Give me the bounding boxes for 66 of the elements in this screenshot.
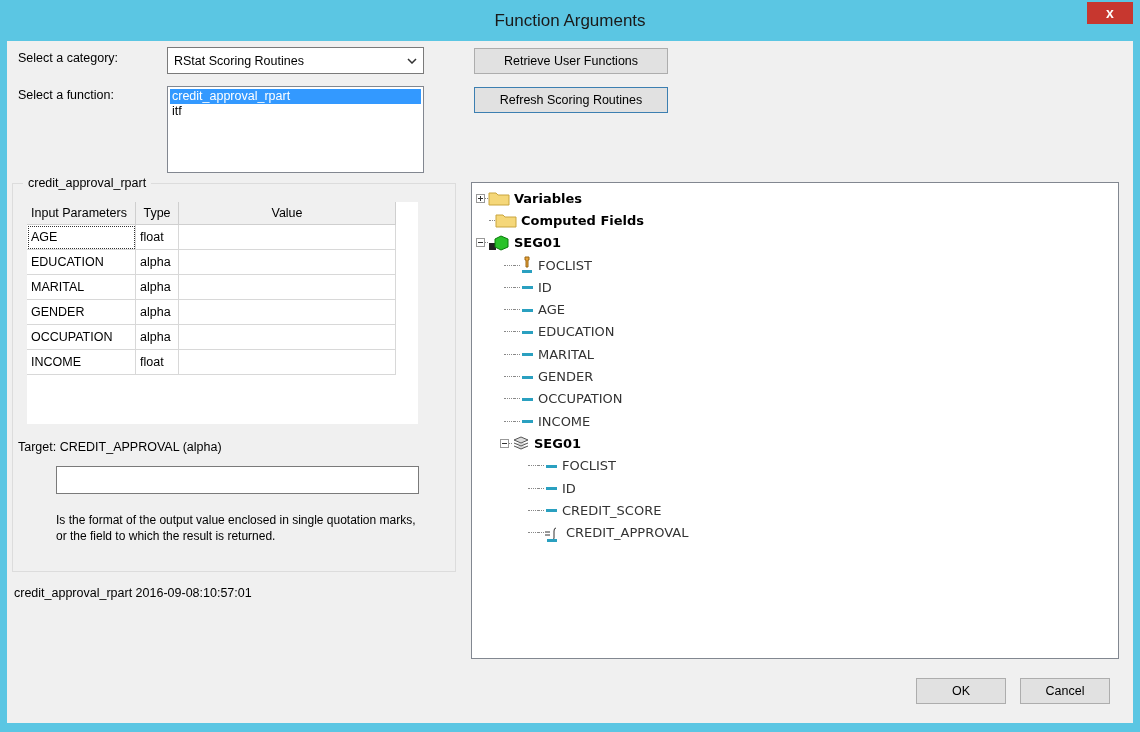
tree-node-label[interactable]: FOCLIST — [562, 458, 617, 474]
table-cell: float — [135, 224, 179, 250]
table-cell: float — [135, 349, 179, 375]
tree-node-label[interactable]: ID — [538, 279, 552, 295]
tree-node-label[interactable]: OCCUPATION — [538, 391, 623, 407]
tree-node-label[interactable]: SEG01 — [514, 235, 561, 251]
folder-icon — [488, 190, 510, 207]
function-list-item[interactable]: itf — [170, 104, 421, 119]
value-cell[interactable] — [178, 324, 396, 350]
function-timestamp: credit_approval_rpart 2016-09-08:10:57:01 — [14, 586, 253, 600]
function-label: Select a function: — [17, 87, 115, 104]
field-icon — [520, 417, 534, 426]
target-label: Target: CREDIT_APPROVAL (alpha) — [18, 440, 223, 454]
dialog-button[interactable]: OK — [916, 678, 1006, 704]
table-cell: AGE — [27, 224, 136, 250]
action-button[interactable]: Refresh Scoring Routines — [474, 87, 668, 113]
chevron-down-icon — [407, 57, 417, 64]
cube-icon — [488, 234, 510, 251]
tree-node-label[interactable]: FOCLIST — [538, 257, 593, 273]
table-cell: alpha — [135, 299, 179, 325]
folder-icon — [495, 212, 517, 229]
value-cell[interactable] — [178, 224, 396, 250]
tree-node-label[interactable]: MARITAL — [538, 346, 595, 362]
tree-node-label[interactable]: ID — [562, 480, 576, 496]
close-button[interactable]: x — [1087, 2, 1133, 24]
tree-node-label[interactable]: GENDER — [538, 369, 594, 384]
tree-node-label[interactable]: Computed Fields — [521, 212, 645, 228]
table-cell: alpha — [135, 249, 179, 275]
field-icon — [520, 350, 534, 359]
tree-node-label[interactable]: CREDIT_APPROVAL — [566, 525, 689, 541]
tree-node-label[interactable]: CREDIT_SCORE — [562, 502, 662, 518]
collapse-icon[interactable] — [500, 438, 509, 448]
table-cell: GENDER — [27, 299, 136, 325]
field-icon — [520, 283, 534, 292]
table-cell: OCCUPATION — [27, 324, 136, 350]
description-text: Is the format of the output value enclosed in single quotation marks, or the field to which the result is returned. — [56, 512, 417, 544]
action-button[interactable]: Retrieve User Functions — [474, 48, 668, 74]
tree-node-label[interactable]: SEG01 — [534, 435, 581, 451]
column-header: Value — [178, 202, 396, 225]
category-label: Select a category: — [17, 50, 120, 67]
tree-node-label[interactable]: AGE — [538, 302, 565, 318]
field-icon — [544, 506, 558, 515]
group-title: credit_approval_rpart — [23, 176, 152, 190]
value-cell[interactable] — [178, 349, 396, 375]
key-field-icon — [520, 256, 534, 275]
expand-icon[interactable] — [476, 193, 485, 203]
table-cell: MARITAL — [27, 274, 136, 300]
stack-icon — [512, 436, 530, 451]
category-dropdown[interactable]: RStat Scoring Routines — [167, 47, 424, 74]
table-cell: alpha — [135, 324, 179, 350]
collapse-icon[interactable] — [476, 238, 485, 248]
table-cell: INCOME — [27, 349, 136, 375]
value-cell[interactable] — [178, 249, 396, 275]
tree-node-label[interactable]: Variables — [514, 190, 583, 206]
window-title: Function Arguments — [494, 10, 646, 31]
column-header: Type — [135, 202, 179, 225]
value-cell[interactable] — [178, 274, 396, 300]
column-header: Input Parameters — [27, 202, 136, 225]
tree-node-label[interactable]: EDUCATION — [538, 324, 615, 340]
table-cell: alpha — [135, 274, 179, 300]
field-icon — [544, 484, 558, 492]
target-input-field[interactable] — [56, 466, 419, 494]
dialog-button[interactable]: Cancel — [1020, 678, 1110, 704]
value-cell[interactable] — [178, 299, 396, 325]
table-cell: EDUCATION — [27, 249, 136, 275]
tree-node-label[interactable]: INCOME — [538, 413, 591, 429]
